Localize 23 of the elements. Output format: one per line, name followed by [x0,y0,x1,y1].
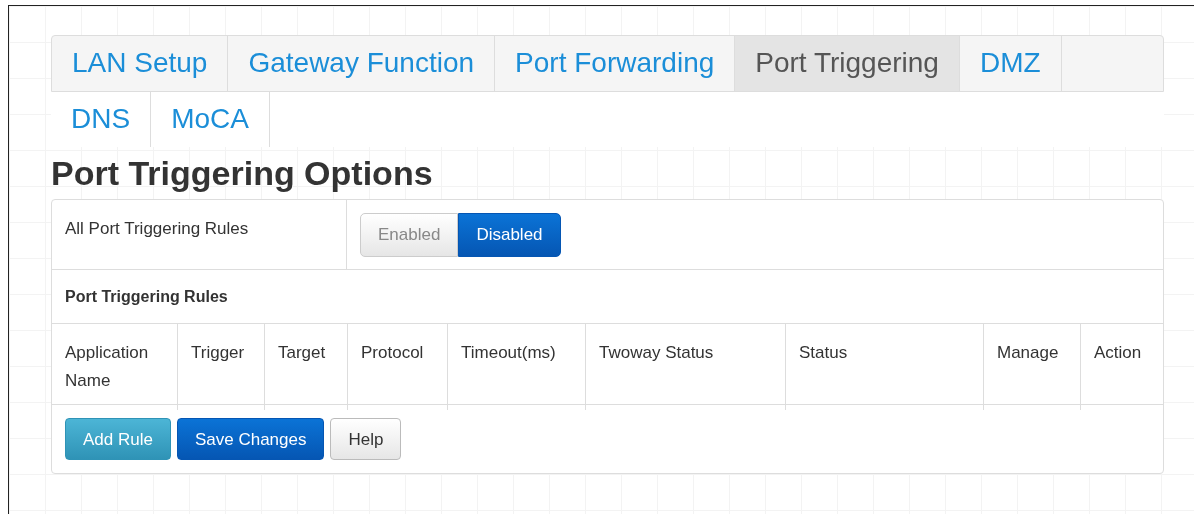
action-button[interactable]: Save Changes [176,418,325,460]
page-heading: Port Triggering Options [51,153,434,193]
nav-tab[interactable]: Gateway Function [228,36,496,91]
section-title: Port Triggering Rules [52,270,1163,324]
action-button[interactable]: Add Rule [65,418,171,460]
column-header: Status [799,343,848,362]
column-header: Action [1094,343,1142,362]
toggle-option[interactable]: Enabled [360,213,459,257]
setting-label: All Port Triggering Rules [52,200,347,269]
nav-tab[interactable]: LAN Setup [52,36,229,91]
nav-tab[interactable]: DMZ [959,36,1062,91]
column-header: Protocol [361,343,424,362]
column-header: Timeout(ms) [461,343,556,362]
toggle-option[interactable]: Disabled [458,213,561,257]
column-header: Manage [997,343,1059,362]
nav-tab[interactable]: MoCA [151,92,270,147]
action-button[interactable]: Help [330,418,402,460]
column-header: Target [278,343,326,362]
column-header: Trigger [191,343,245,362]
nav-tab[interactable]: Port Triggering [735,36,960,91]
column-header: Application Name [65,343,149,390]
nav-tab[interactable]: DNS [51,92,152,147]
column-header: Twoway Status [599,343,714,362]
